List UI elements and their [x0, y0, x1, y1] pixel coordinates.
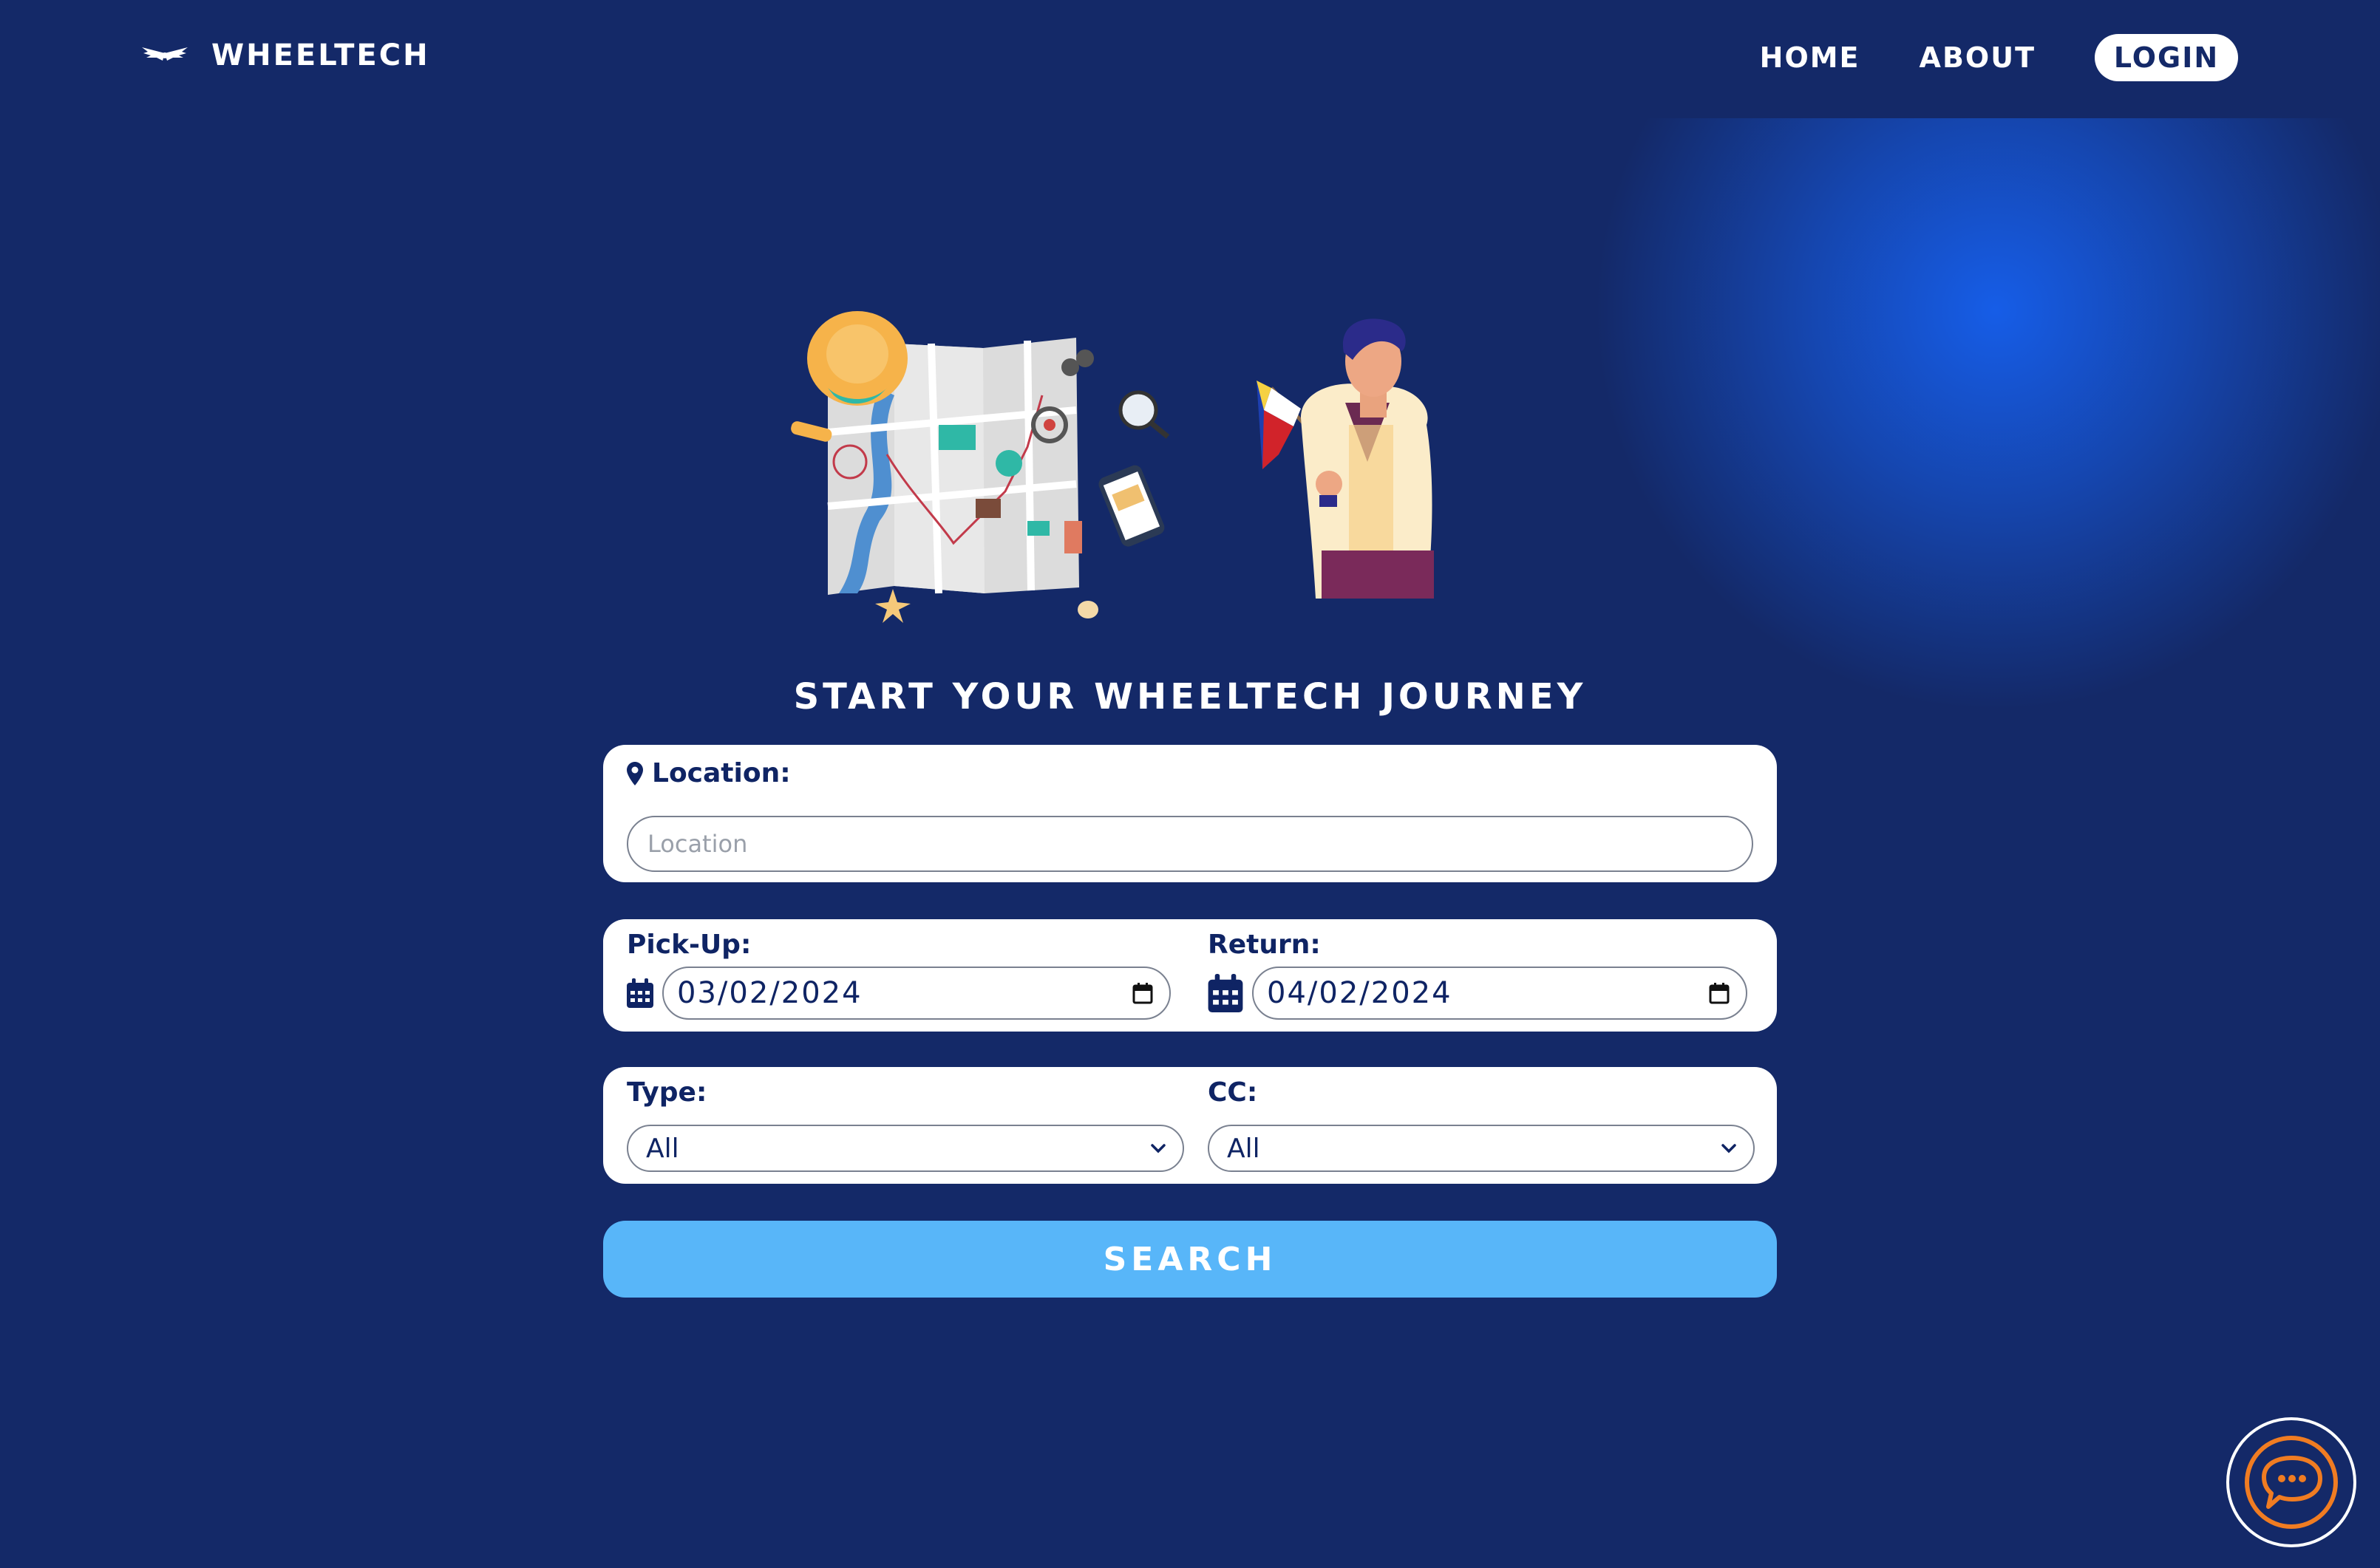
- brand-name: WHEELTECH: [211, 38, 430, 72]
- calendar-picker-icon[interactable]: [1132, 982, 1153, 1004]
- cc-label: CC:: [1208, 1077, 1258, 1108]
- filters-card: Type: All CC: All: [603, 1067, 1777, 1184]
- search-button[interactable]: SEARCH: [603, 1221, 1777, 1298]
- location-label-row: Location:: [627, 758, 791, 788]
- return-label: Return:: [1208, 930, 1321, 960]
- chat-button[interactable]: [2226, 1417, 2356, 1547]
- hero-illustration: [791, 311, 1434, 623]
- return-date-row: 04/02/2024: [1206, 967, 1747, 1020]
- calendar-icon: [627, 978, 653, 1008]
- pickup-date-row: 03/02/2024: [625, 967, 1171, 1020]
- dates-card: Pick-Up: 03/02/2024 Return: 04/02/2024: [603, 919, 1777, 1032]
- calendar-icon: [1208, 974, 1243, 1012]
- main-nav: HOME ABOUT LOGIN: [1760, 34, 2238, 81]
- chevron-down-icon: [1151, 1144, 1166, 1153]
- brand[interactable]: WHEELTECH: [140, 38, 430, 72]
- location-pin-icon: [627, 761, 643, 785]
- login-button[interactable]: LOGIN: [2095, 34, 2238, 81]
- hat-illustration: [807, 311, 908, 406]
- location-label: Location:: [652, 758, 791, 788]
- calendar-picker-icon[interactable]: [1709, 982, 1730, 1004]
- type-selected-value: All: [646, 1133, 679, 1164]
- type-label: Type:: [627, 1077, 707, 1108]
- cc-selected-value: All: [1227, 1133, 1260, 1164]
- return-date-input[interactable]: 04/02/2024: [1252, 967, 1747, 1020]
- man-with-flag-illustration: [1257, 318, 1434, 599]
- nav-home-link[interactable]: HOME: [1760, 41, 1860, 74]
- top-navbar: WHEELTECH HOME ABOUT LOGIN: [0, 0, 2380, 118]
- chevron-down-icon: [1721, 1144, 1736, 1153]
- nav-about-link[interactable]: ABOUT: [1920, 41, 2036, 74]
- pickup-date-input[interactable]: 03/02/2024: [662, 967, 1171, 1020]
- chat-bubble-icon: [2245, 1436, 2338, 1529]
- type-select[interactable]: All: [627, 1125, 1184, 1172]
- pickup-label: Pick-Up:: [627, 930, 752, 960]
- location-card: Location:: [603, 745, 1777, 882]
- wings-logo-icon: [142, 47, 188, 61]
- page-headline: START YOUR WHEELTECH JOURNEY: [793, 676, 1587, 717]
- pickup-date-value: 03/02/2024: [677, 976, 863, 1010]
- return-date-value: 04/02/2024: [1267, 976, 1452, 1010]
- cc-select[interactable]: All: [1208, 1125, 1755, 1172]
- location-input[interactable]: [627, 816, 1753, 872]
